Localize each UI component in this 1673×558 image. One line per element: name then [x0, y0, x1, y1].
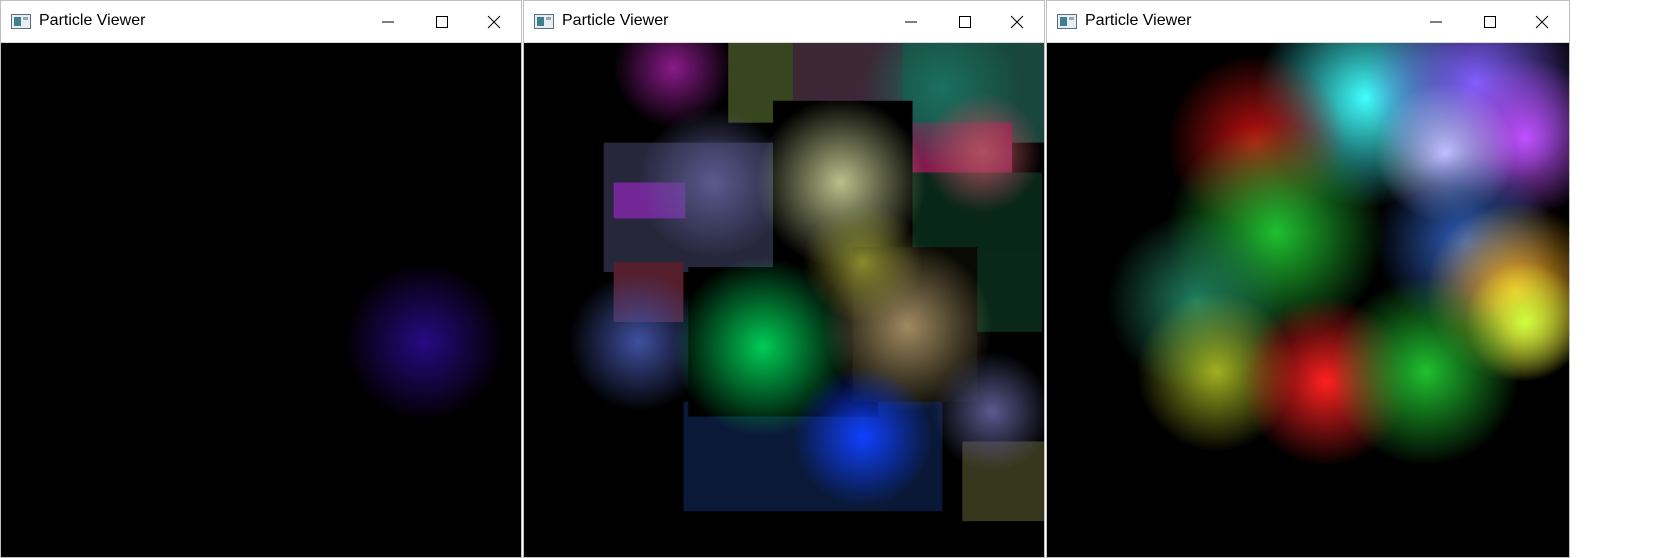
particle-render	[568, 43, 1044, 522]
render-canvas[interactable]	[1047, 43, 1569, 557]
particle-viewer-window-2: Particle Viewer	[523, 0, 1045, 558]
window-title: Particle Viewer	[39, 12, 146, 29]
window-title: Particle Viewer	[1085, 12, 1192, 29]
render-canvas[interactable]	[1, 43, 521, 557]
window-title: Particle Viewer	[562, 12, 669, 29]
minimize-button[interactable]	[365, 1, 411, 43]
maximize-icon	[436, 16, 448, 28]
minimize-button[interactable]	[1413, 1, 1459, 43]
maximize-button[interactable]	[419, 1, 465, 43]
minimize-icon	[1430, 21, 1442, 23]
minimize-icon	[905, 21, 917, 23]
close-button[interactable]	[1519, 1, 1565, 43]
maximize-icon	[1484, 16, 1496, 28]
title-bar[interactable]: Particle Viewer	[1, 1, 521, 43]
minimize-button[interactable]	[888, 1, 934, 43]
maximize-button[interactable]	[1467, 1, 1513, 43]
close-button[interactable]	[994, 1, 1040, 43]
title-bar[interactable]: Particle Viewer	[524, 1, 1044, 43]
particle-render	[1106, 43, 1569, 467]
particle-render	[344, 262, 505, 422]
app-icon[interactable]	[1057, 14, 1077, 29]
app-icon[interactable]	[11, 14, 31, 29]
minimize-icon	[382, 21, 394, 23]
particle-viewer-window-1: Particle Viewer	[0, 0, 522, 558]
particle-viewer-window-3: Particle Viewer	[1046, 0, 1570, 558]
maximize-button[interactable]	[942, 1, 988, 43]
render-canvas[interactable]	[524, 43, 1044, 557]
close-icon	[1010, 15, 1024, 29]
close-button[interactable]	[471, 1, 517, 43]
maximize-icon	[959, 16, 971, 28]
close-icon	[487, 15, 501, 29]
app-icon[interactable]	[534, 14, 554, 29]
close-icon	[1535, 15, 1549, 29]
title-bar[interactable]: Particle Viewer	[1047, 1, 1569, 43]
